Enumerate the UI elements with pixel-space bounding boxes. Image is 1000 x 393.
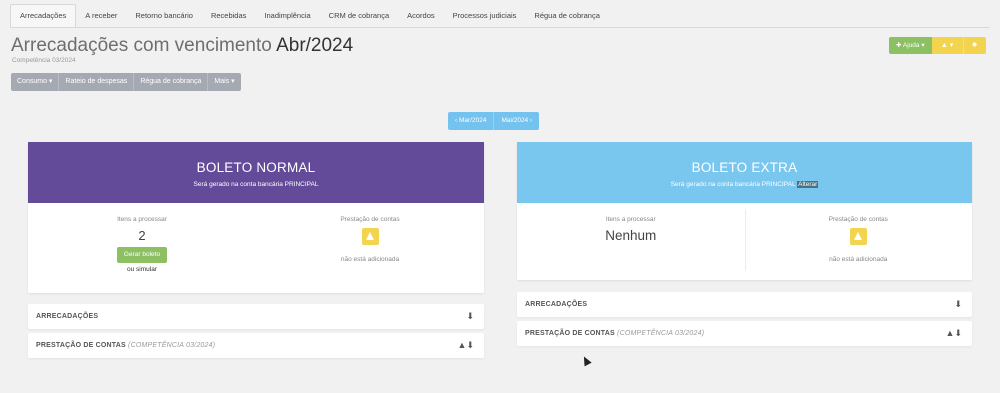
mouse-cursor-icon — [580, 354, 592, 367]
regua-cobranca-button[interactable]: Régua de cobrança — [134, 73, 209, 91]
tab-regua-cobranca[interactable]: Régua de cobrança — [525, 5, 608, 27]
accounts-label: Prestação de contas — [340, 216, 400, 223]
boleto-extra-subtitle: Será gerado na conta bancária PRINCIPAL … — [517, 181, 972, 188]
boleto-extra-card: BOLETO EXTRA Será gerado na conta bancár… — [517, 142, 972, 280]
extra-warning-icon — [849, 228, 867, 245]
extra-items-value: Nenhum — [605, 228, 657, 243]
items-value: 2 — [138, 228, 146, 243]
extra-items-column: Itens a processar Nenhum — [517, 203, 745, 243]
warning-download-icon[interactable]: ▲⬇ — [946, 321, 962, 346]
warning-download-icon[interactable]: ▲⬇ — [458, 333, 474, 358]
download-icon[interactable]: ⬇ — [954, 292, 962, 317]
tab-processos-judiciais[interactable]: Processos judiciais — [444, 5, 526, 27]
panel-label: ARRECADAÇÕES — [525, 301, 588, 308]
boleto-normal-title: BOLETO NORMAL — [196, 160, 316, 175]
month-navigation: ‹ Mar/2024 Mai/2024 › — [448, 112, 540, 130]
items-column: Itens a processar 2 Gerar boleto ou simu… — [28, 203, 256, 273]
mais-dropdown-button[interactable]: Mais ▾ — [208, 73, 241, 91]
tab-retorno-bancario[interactable]: Retorno bancário — [126, 5, 202, 27]
boleto-extra-header: BOLETO EXTRA Será gerado na conta bancár… — [517, 142, 972, 203]
prev-month-button[interactable]: ‹ Mar/2024 — [448, 112, 495, 130]
alterar-link[interactable]: Alterar — [797, 181, 819, 188]
panel-label: PRESTAÇÃO DE CONTAS (COMPETÊNCIA 03/2024… — [525, 321, 704, 346]
tab-a-receber[interactable]: A receber — [76, 5, 126, 27]
generate-boleto-button[interactable]: Gerar boleto — [116, 247, 168, 263]
extra-accounts-note: não está adicionada — [829, 256, 888, 263]
arrecadacoes-panel-right[interactable]: ARRECADAÇÕES ⬇ — [517, 292, 972, 317]
accounts-column: Prestação de contas não está adicionada — [256, 203, 484, 263]
download-icon[interactable]: ⬇ — [466, 304, 474, 329]
boleto-normal-subtitle: Será gerado na conta bancária PRINCIPAL — [193, 181, 319, 188]
tab-acordos[interactable]: Acordos — [398, 5, 444, 27]
panel-label-competencia: (COMPETÊNCIA 03/2024) — [617, 330, 705, 337]
warning-icon — [361, 228, 379, 245]
prestacao-contas-panel-right[interactable]: PRESTAÇÃO DE CONTAS (COMPETÊNCIA 03/2024… — [517, 321, 972, 346]
rateio-despesas-button[interactable]: Rateio de despesas — [59, 73, 135, 91]
page-subtitle: Competência 03/2024 — [12, 57, 76, 64]
boleto-extra-subtitle-text: Será gerado na conta bancária PRINCIPAL — [670, 181, 796, 188]
next-month-button[interactable]: Mai/2024 › — [494, 112, 540, 130]
panel-label: PRESTAÇÃO DE CONTAS (COMPETÊNCIA 03/2024… — [36, 333, 215, 358]
subnav-button-group: Consumo ▾ Rateio de despesas Régua de co… — [11, 73, 241, 91]
help-dropdown-button[interactable]: ✚ Ajuda ▾ — [889, 37, 932, 54]
tab-recebidas[interactable]: Recebidas — [202, 5, 255, 27]
tabs-divider — [10, 27, 990, 28]
arrecadacoes-panel-left[interactable]: ARRECADAÇÕES ⬇ — [28, 304, 484, 329]
panel-label: ARRECADAÇÕES — [36, 313, 99, 320]
accounts-note: não está adicionada — [340, 256, 400, 263]
boleto-normal-card: BOLETO NORMAL Será gerado na conta bancá… — [28, 142, 484, 293]
main-tabs: Arrecadações A receber Retorno bancário … — [10, 4, 609, 27]
tab-arrecadacoes[interactable]: Arrecadações — [10, 4, 77, 27]
consumo-dropdown-button[interactable]: Consumo ▾ — [11, 73, 60, 91]
page-title-prefix: Arrecadações com vencimento — [11, 35, 272, 56]
items-label: Itens a processar — [117, 216, 167, 223]
page-title-month: Abr/2024 — [276, 35, 354, 56]
tab-inadimplencia[interactable]: Inadimplência — [255, 5, 319, 27]
settings-button[interactable]: ✹ — [963, 37, 986, 54]
boleto-normal-body: Itens a processar 2 Gerar boleto ou simu… — [28, 203, 484, 295]
extra-items-label: Itens a processar — [605, 216, 656, 223]
toolbar-group: ✚ Ajuda ▾ ▲ ▾ ✹ — [889, 37, 986, 54]
boleto-extra-title: BOLETO EXTRA — [691, 160, 798, 175]
extra-accounts-column: Prestação de contas não está adicionada — [745, 203, 973, 263]
page-title: Arrecadações com vencimento Abr/2024 — [11, 35, 353, 57]
boleto-extra-body: Itens a processar Nenhum Prestação de co… — [517, 203, 972, 295]
simulate-link[interactable]: ou simular — [28, 266, 256, 273]
panel-label-competencia: (COMPETÊNCIA 03/2024) — [128, 342, 216, 349]
prestacao-contas-panel-left[interactable]: PRESTAÇÃO DE CONTAS (COMPETÊNCIA 03/2024… — [28, 333, 484, 358]
panel-label-main: PRESTAÇÃO DE CONTAS — [36, 342, 126, 349]
boleto-normal-header: BOLETO NORMAL Será gerado na conta bancá… — [28, 142, 484, 203]
panel-label-main: PRESTAÇÃO DE CONTAS — [525, 330, 615, 337]
alert-dropdown-button[interactable]: ▲ ▾ — [931, 37, 964, 54]
extra-accounts-label: Prestação de contas — [828, 216, 888, 223]
tab-crm-cobranca[interactable]: CRM de cobrança — [320, 5, 398, 27]
